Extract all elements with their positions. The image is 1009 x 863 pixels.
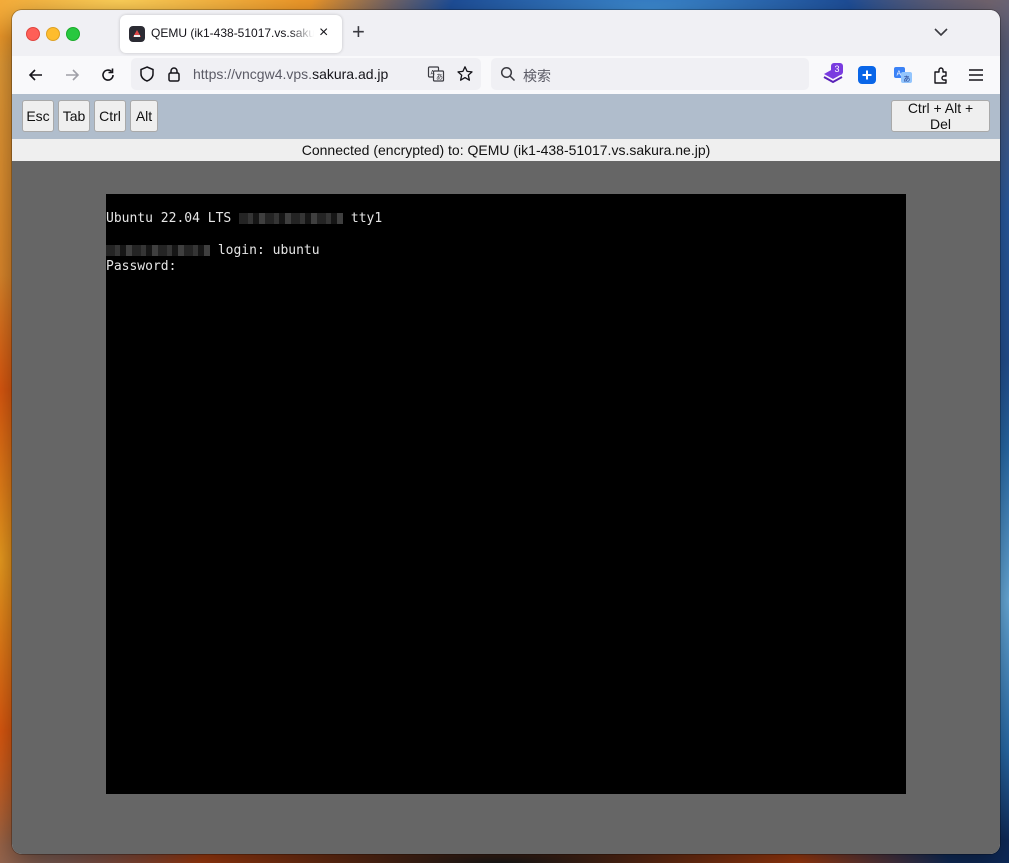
ctrl-alt-del-button[interactable]: Ctrl + Alt + Del — [891, 100, 990, 132]
shield-icon[interactable] — [138, 65, 156, 88]
search-bar[interactable]: 検索 — [491, 58, 809, 90]
connection-status: Connected (encrypted) to: QEMU (ik1-438-… — [12, 139, 1000, 161]
console-password-prompt: Password: — [106, 259, 177, 274]
tab-qemu[interactable]: QEMU (ik1-438-51017.vs.sakura.ne.jp) × — [120, 15, 342, 53]
reload-icon[interactable] — [97, 64, 119, 86]
search-icon — [500, 66, 516, 87]
tab-key-button[interactable]: Tab — [58, 100, 90, 132]
url-domain: sakura.ad.jp — [312, 66, 389, 82]
svg-text:あ: あ — [436, 73, 443, 81]
translate-icon[interactable]: あA — [427, 65, 445, 88]
search-placeholder: 検索 — [523, 68, 551, 84]
browser-window: QEMU (ik1-438-51017.vs.sakura.ne.jp) × +… — [12, 10, 1000, 854]
novnc-favicon-icon — [129, 26, 145, 42]
translator-extension-icon[interactable]: Aあ — [893, 65, 913, 85]
console-tty: tty1 — [350, 211, 383, 226]
ctrl-key-button[interactable]: Ctrl — [94, 100, 126, 132]
esc-key-button[interactable]: Esc — [22, 100, 54, 132]
address-bar[interactable]: https://vncgw4.vps.sakura.ad.jp あA — [131, 58, 481, 90]
vnc-console-screen[interactable]: Ubuntu 22.04 LTS tty1 login: ubuntu Pass… — [106, 194, 906, 794]
forward-arrow-icon[interactable] — [61, 64, 83, 86]
tab-title: QEMU (ik1-438-51017.vs.sakura.ne.jp) — [151, 26, 314, 40]
new-tab-button[interactable]: + — [352, 20, 365, 44]
console-os-version: Ubuntu 22.04 LTS — [106, 211, 232, 226]
vnc-control-bar: Esc Tab Ctrl Alt Ctrl + Alt + Del — [12, 94, 1000, 139]
redacted-hostname — [239, 213, 344, 224]
tab-close-icon[interactable]: × — [319, 24, 328, 42]
console-login: login: ubuntu — [217, 243, 320, 258]
console-line-2: login: ubuntu — [106, 243, 320, 259]
alt-key-button[interactable]: Alt — [130, 100, 158, 132]
lock-icon[interactable] — [165, 65, 183, 88]
back-arrow-icon[interactable] — [25, 64, 47, 86]
vnc-canvas-area: Ubuntu 22.04 LTS tty1 login: ubuntu Pass… — [12, 161, 1000, 854]
extensions-puzzle-icon[interactable] — [931, 65, 951, 85]
bookmark-star-icon[interactable] — [456, 65, 474, 88]
extension-stack-icon[interactable]: 3 — [822, 63, 844, 87]
url-text[interactable]: https://vncgw4.vps.sakura.ad.jp — [193, 66, 388, 82]
extension-badge: 3 — [831, 63, 843, 75]
tab-list-chevron-down-icon[interactable] — [931, 22, 951, 42]
url-prefix: https://vncgw4.vps. — [193, 66, 313, 82]
console-line-1: Ubuntu 22.04 LTS tty1 — [106, 211, 382, 227]
svg-text:A: A — [897, 70, 902, 78]
redacted-hostname-login — [106, 245, 210, 256]
navigation-toolbar: https://vncgw4.vps.sakura.ad.jp あA 検索 3 — [12, 56, 1000, 94]
tab-strip: QEMU (ik1-438-51017.vs.sakura.ne.jp) × + — [12, 10, 1000, 56]
add-extension-plus-icon[interactable] — [858, 66, 876, 84]
window-minimize-button[interactable] — [46, 27, 60, 41]
window-maximize-button[interactable] — [66, 27, 80, 41]
svg-text:あ: あ — [903, 75, 910, 83]
menu-hamburger-icon[interactable] — [966, 65, 986, 85]
window-close-button[interactable] — [26, 27, 40, 41]
